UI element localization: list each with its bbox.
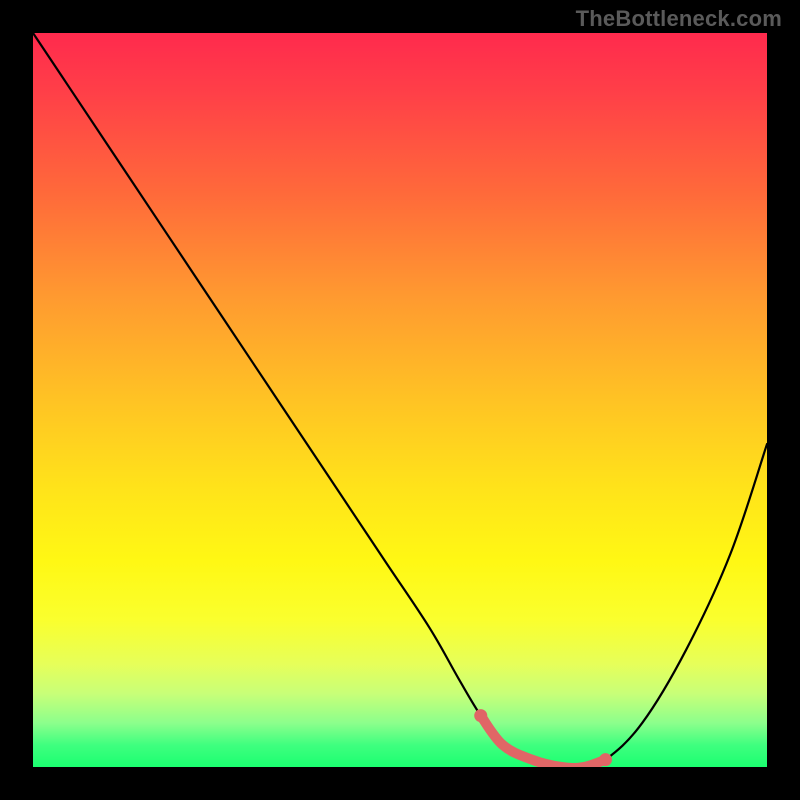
plot-area [33, 33, 767, 767]
watermark-text: TheBottleneck.com [576, 6, 782, 32]
bottleneck-curve-path [33, 33, 767, 767]
highlight-segment-path [481, 716, 606, 767]
chart-frame: TheBottleneck.com [0, 0, 800, 800]
curve-svg [33, 33, 767, 767]
highlight-dot-right [599, 753, 612, 766]
highlight-dot-left [474, 709, 487, 722]
